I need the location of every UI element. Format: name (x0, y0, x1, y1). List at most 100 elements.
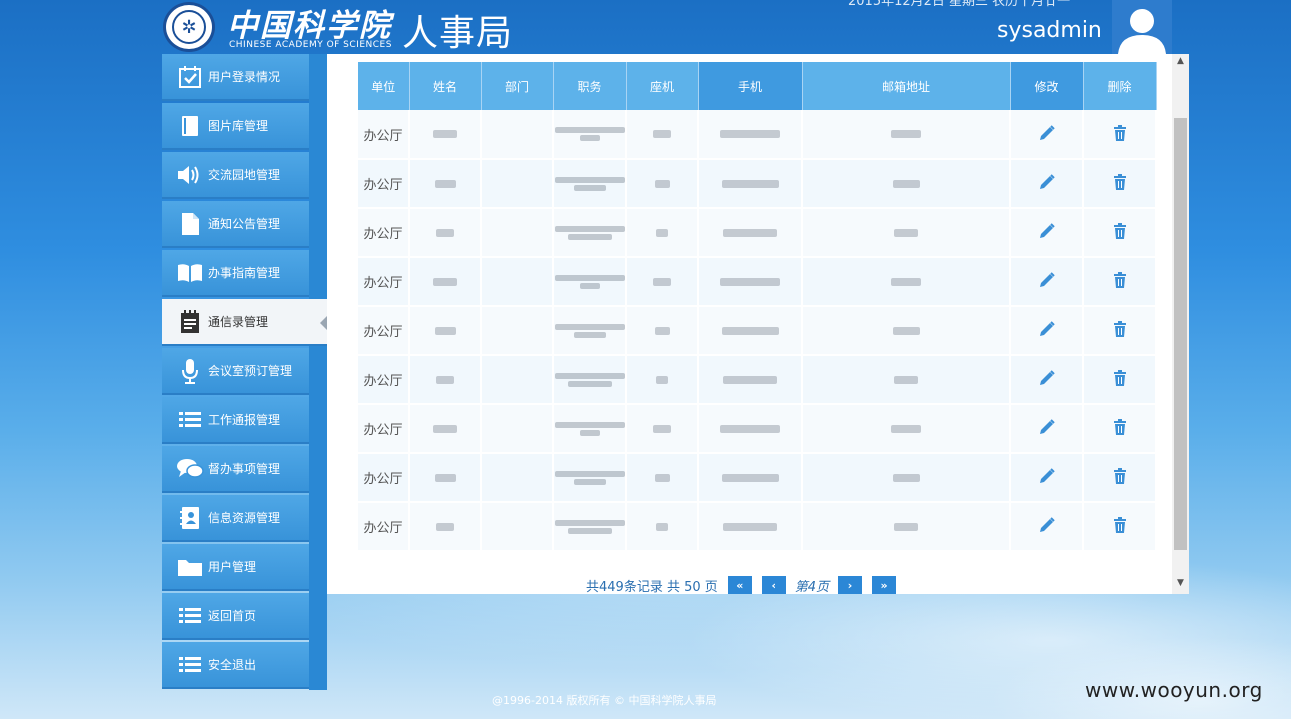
sidebar-item-label: 返回首页 (208, 609, 257, 623)
cell-landline (626, 355, 699, 405)
cell-position (553, 208, 627, 258)
cell-email (802, 208, 1011, 258)
cell-department (481, 208, 554, 258)
sidebar-item-label: 用户管理 (208, 560, 257, 574)
cell-email (802, 502, 1011, 552)
cas-seal-logo: ✲ (163, 2, 215, 52)
trash-icon[interactable] (1110, 221, 1130, 241)
cell-position (553, 502, 627, 552)
cell-name (409, 502, 482, 552)
cell-landline (626, 404, 699, 454)
sidebar-item-6[interactable]: 会议室预订管理 (162, 348, 309, 395)
cell-name (409, 453, 482, 503)
edit-pencil-icon[interactable] (1037, 270, 1057, 290)
sidebar-item-8[interactable]: 督办事项管理 (162, 446, 309, 493)
first-page-button[interactable]: « (727, 576, 752, 594)
date-note: 2015年12月2日 星期三 农历十月廿一 (848, 0, 1071, 9)
delete-cell (1083, 502, 1157, 552)
pager-summary: 共449条记录 共 50 页 (586, 579, 718, 595)
sidebar-item-11[interactable]: 返回首页 (162, 593, 309, 640)
trash-icon[interactable] (1110, 123, 1130, 143)
cell-email (802, 159, 1011, 209)
sidebar-item-3[interactable]: 通知公告管理 (162, 201, 309, 248)
edit-pencil-icon[interactable] (1037, 417, 1057, 437)
sidebar-item-5[interactable]: 通信录管理 (162, 299, 327, 346)
table-row: 办公厅 (358, 110, 1157, 160)
trash-icon[interactable] (1110, 270, 1130, 290)
edit-pencil-icon[interactable] (1037, 466, 1057, 486)
cell-mobile (698, 502, 803, 552)
trash-icon[interactable] (1110, 368, 1130, 388)
cell-unit: 办公厅 (358, 110, 410, 160)
avatar-icon[interactable] (1112, 0, 1172, 54)
edit-pencil-icon[interactable] (1037, 368, 1057, 388)
delete-cell (1083, 257, 1157, 307)
username[interactable]: sysadmin (997, 18, 1102, 43)
list-icon (176, 602, 204, 630)
col-department: 部门 (481, 62, 554, 110)
edit-cell (1010, 502, 1084, 552)
sidebar-item-9[interactable]: 信息资源管理 (162, 495, 309, 542)
cell-landline (626, 208, 699, 258)
calendar-check-icon (176, 63, 204, 91)
table-row: 办公厅 (358, 355, 1157, 405)
cell-name (409, 159, 482, 209)
trash-icon[interactable] (1110, 417, 1130, 437)
cell-name (409, 110, 482, 160)
edit-cell (1010, 404, 1084, 454)
edit-cell (1010, 257, 1084, 307)
edit-pencil-icon[interactable] (1037, 221, 1057, 241)
cell-department (481, 110, 554, 160)
list-icon (176, 651, 204, 679)
sidebar-item-label: 办事指南管理 (208, 266, 281, 280)
cell-name (409, 257, 482, 307)
cell-position (553, 306, 627, 356)
address-book-icon (176, 504, 204, 532)
sidebar-item-2[interactable]: 交流园地管理 (162, 152, 309, 199)
cell-position (553, 404, 627, 454)
trash-icon[interactable] (1110, 319, 1130, 339)
notepad-icon (176, 308, 204, 336)
delete-cell (1083, 355, 1157, 405)
cell-unit: 办公厅 (358, 257, 410, 307)
scroll-down-arrow-icon[interactable]: ▼ (1172, 578, 1189, 592)
table-row: 办公厅 (358, 257, 1157, 307)
edit-pencil-icon[interactable] (1037, 123, 1057, 143)
cell-department (481, 355, 554, 405)
trash-icon[interactable] (1110, 172, 1130, 192)
sidebar-item-1[interactable]: 图片库管理 (162, 103, 309, 150)
table-row: 办公厅 (358, 404, 1157, 454)
cell-name (409, 404, 482, 454)
cell-name (409, 306, 482, 356)
sidebar-accent-bar (309, 54, 327, 690)
last-page-button[interactable]: » (872, 576, 897, 594)
edit-pencil-icon[interactable] (1037, 319, 1057, 339)
sidebar-item-7[interactable]: 工作通报管理 (162, 397, 309, 444)
cell-unit: 办公厅 (358, 208, 410, 258)
sidebar-item-0[interactable]: 用户登录情况 (162, 54, 309, 101)
edit-pencil-icon[interactable] (1037, 172, 1057, 192)
cell-unit: 办公厅 (358, 453, 410, 503)
delete-cell (1083, 110, 1157, 160)
delete-cell (1083, 453, 1157, 503)
edit-pencil-icon[interactable] (1037, 515, 1057, 535)
scroll-up-arrow-icon[interactable]: ▲ (1172, 56, 1189, 70)
next-page-button[interactable]: › (838, 576, 863, 594)
footer-copyright: @1996-2014 版权所有 © 中国科学院人事局 (492, 694, 717, 707)
prev-page-button[interactable]: ‹ (761, 576, 786, 594)
trash-icon[interactable] (1110, 515, 1130, 535)
cell-unit: 办公厅 (358, 404, 410, 454)
sidebar-item-12[interactable]: 安全退出 (162, 642, 309, 689)
open-book-icon (176, 259, 204, 287)
cell-position (553, 453, 627, 503)
cell-name (409, 355, 482, 405)
cell-email (802, 355, 1011, 405)
sidebar-item-4[interactable]: 办事指南管理 (162, 250, 309, 297)
sidebar-item-10[interactable]: 用户管理 (162, 544, 309, 591)
trash-icon[interactable] (1110, 466, 1130, 486)
scrollbar-thumb[interactable] (1174, 118, 1187, 550)
table-row: 办公厅 (358, 159, 1157, 209)
sidebar-item-label: 图片库管理 (208, 119, 269, 133)
cell-department (481, 257, 554, 307)
microphone-icon (176, 357, 204, 385)
